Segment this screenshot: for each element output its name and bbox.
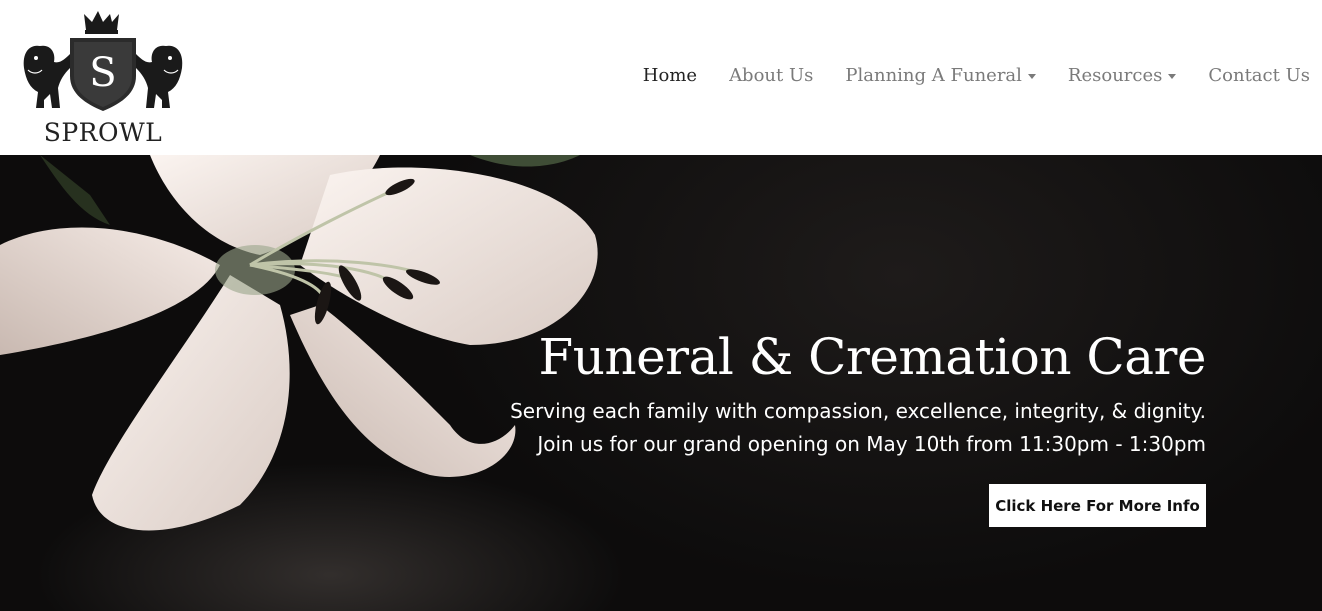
site-header: S SPROWL Home About Us Planning A Funera… [0, 0, 1322, 155]
nav-planning-a-funeral[interactable]: Planning A Funeral [845, 65, 1036, 86]
nav-contact-us-label: Contact Us [1208, 64, 1310, 86]
nav-about-us[interactable]: About Us [729, 65, 813, 86]
crown-icon [84, 11, 119, 34]
nav-resources[interactable]: Resources [1067, 64, 1177, 86]
nav-home[interactable]: Home [643, 65, 697, 86]
nav-about-us-label: About Us [729, 64, 814, 86]
logo[interactable]: S SPROWL [20, 8, 186, 148]
nav-resources-label: Resources [1067, 64, 1163, 86]
lion-right-icon [136, 45, 183, 108]
nav-contact-us[interactable]: Contact Us [1208, 65, 1310, 86]
nav-planning-label: Planning A Funeral [845, 64, 1022, 86]
logo-letter: S [89, 50, 116, 96]
caret-down-icon [1027, 73, 1036, 79]
crest-icon: S [23, 11, 183, 111]
caret-down-icon [1168, 73, 1177, 79]
hero-announcement: Join us for our grand opening on May 10t… [537, 432, 1206, 456]
logo-text: SPROWL [43, 118, 163, 147]
main-nav: Home About Us Planning A Funeral Resourc… [611, 60, 1310, 90]
hero-text: Funeral & Cremation Care Serving each fa… [486, 325, 1206, 461]
hero-banner: Funeral & Cremation Care Serving each fa… [0, 155, 1322, 611]
hero-title: Funeral & Cremation Care [538, 328, 1207, 386]
hero-tagline: Serving each family with compassion, exc… [510, 399, 1206, 423]
more-info-button[interactable]: Click Here For More Info [989, 484, 1206, 527]
lion-left-icon [23, 45, 71, 108]
nav-home-label: Home [642, 64, 698, 86]
